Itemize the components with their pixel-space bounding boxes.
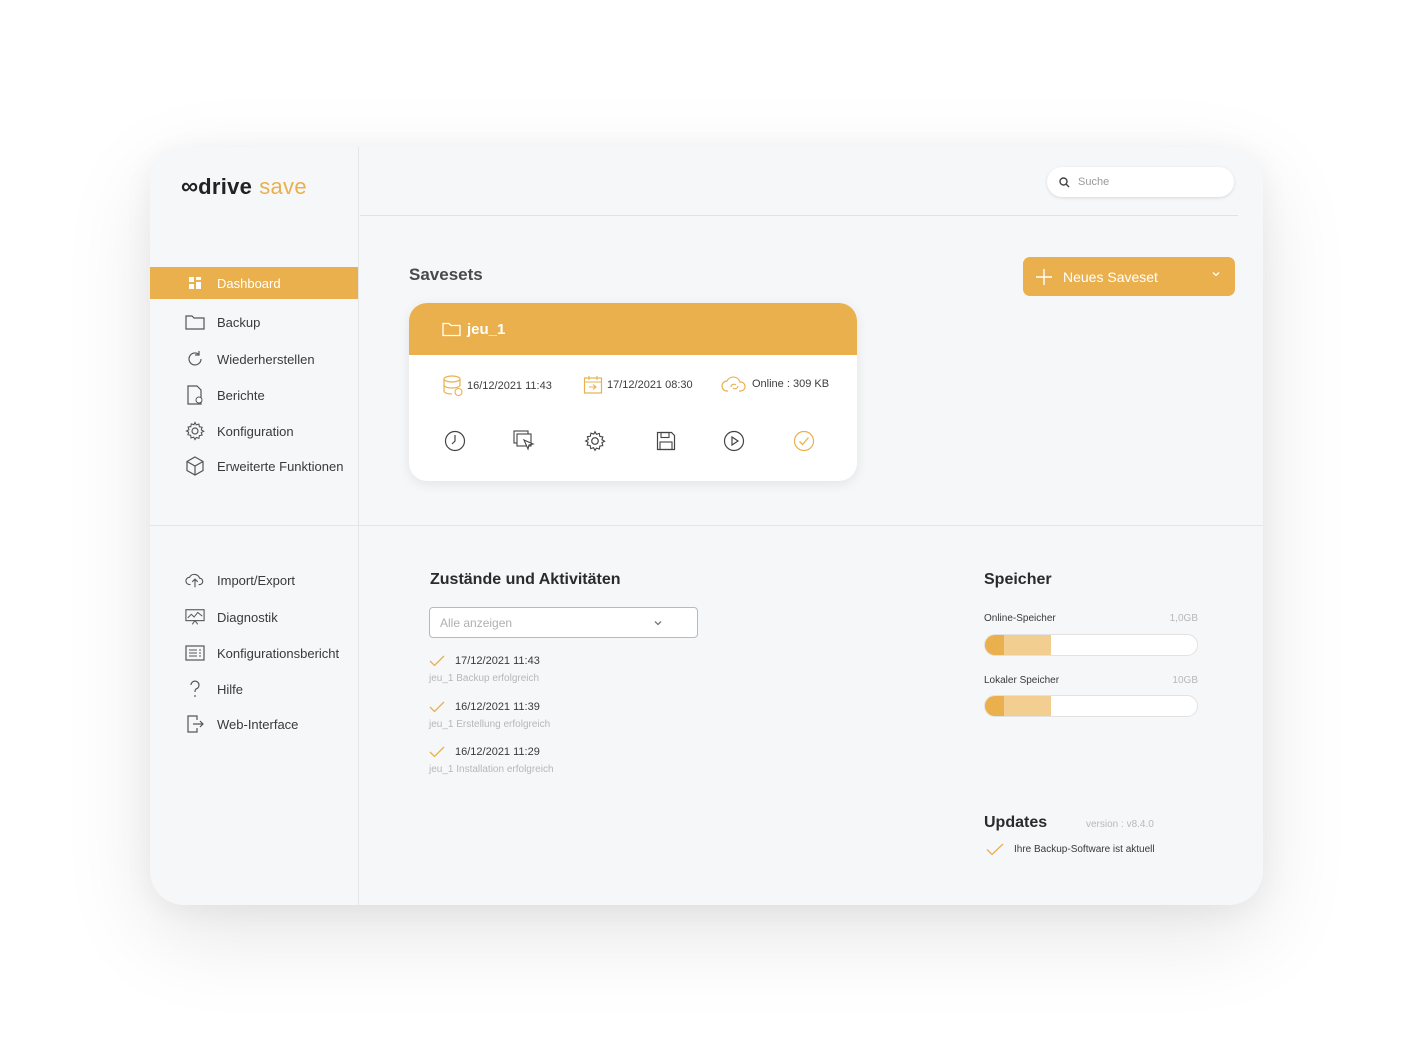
local-storage-label: Lokaler Speicher xyxy=(984,675,1060,686)
check-icon xyxy=(429,655,445,667)
save-icon[interactable] xyxy=(654,429,678,453)
check-icon xyxy=(429,701,445,713)
cloud-sync-icon xyxy=(721,376,746,392)
activities-filter-select[interactable]: Alle anzeigen xyxy=(429,607,698,638)
check-circle-icon[interactable] xyxy=(792,429,816,453)
activity-time: 16/12/2021 11:39 xyxy=(455,701,540,713)
sidebar-item-label: Dashboard xyxy=(217,275,281,291)
sidebar-item-web-interface[interactable]: Web-Interface xyxy=(150,708,358,740)
new-saveset-label: Neues Saveset xyxy=(1063,268,1158,285)
question-icon xyxy=(185,679,205,699)
sidebar-item-diagnostik[interactable]: Diagnostik xyxy=(150,601,358,633)
activity-desc: jeu_1 Installation erfolgreich xyxy=(429,764,554,775)
last-backup-stat: 16/12/2021 11:43 xyxy=(443,375,552,397)
savesets-title: Savesets xyxy=(409,265,483,284)
new-saveset-button[interactable]: Neues Saveset xyxy=(1023,257,1235,296)
activity-item: 17/12/2021 11:43 jeu_1 Backup erfolgreic… xyxy=(429,655,540,684)
check-icon xyxy=(429,746,445,758)
sidebar-item-label: Diagnostik xyxy=(217,609,278,625)
online-storage-max: 1,0GB xyxy=(1169,613,1198,624)
sidebar-item-label: Backup xyxy=(217,314,261,330)
logo: ∞ drive save xyxy=(181,173,307,200)
app-window: ∞ drive save Dashboard Backup Wiederherste… xyxy=(150,147,1263,905)
sidebar-item-berichte[interactable]: Berichte xyxy=(150,379,358,411)
calendar-icon xyxy=(583,376,603,394)
local-storage-bar xyxy=(984,695,1198,717)
folder-icon xyxy=(185,312,205,332)
sidebar-item-label: Erweiterte Funktionen xyxy=(217,458,344,474)
activities-title: Zustände und Aktivitäten xyxy=(430,571,621,588)
saveset-name: jeu_1 xyxy=(467,320,506,338)
clock-icon[interactable] xyxy=(443,429,467,453)
search-icon xyxy=(1059,176,1070,188)
monitor-chart-icon xyxy=(185,607,205,627)
sidebar-item-konfigurationsbericht[interactable]: Konfigurationsbericht xyxy=(150,637,358,669)
restore-icon xyxy=(185,349,205,369)
folder-icon xyxy=(442,322,461,337)
search-input[interactable]: Suche xyxy=(1047,167,1234,197)
exit-icon xyxy=(185,714,205,734)
dashboard-icon xyxy=(185,273,205,293)
sidebar-item-label: Web-Interface xyxy=(217,716,299,732)
list-document-icon xyxy=(185,643,205,663)
sidebar-item-import-export[interactable]: Import/Export xyxy=(150,564,358,596)
online-storage-used xyxy=(985,635,1005,655)
activity-desc: jeu_1 Erstellung erfolgreich xyxy=(429,719,551,730)
sidebar-item-wiederherstellen[interactable]: Wiederherstellen xyxy=(150,343,358,375)
gear-icon xyxy=(185,421,205,441)
next-backup-stat: 17/12/2021 08:30 xyxy=(583,375,693,395)
update-status: Ihre Backup-Software ist aktuell xyxy=(986,843,1155,856)
play-icon[interactable] xyxy=(722,429,746,453)
gear-icon[interactable] xyxy=(583,429,607,453)
local-storage-max: 10GB xyxy=(1172,675,1198,686)
activity-time: 16/12/2021 11:29 xyxy=(455,746,540,758)
sidebar-item-label: Konfigurationsbericht xyxy=(217,645,340,661)
storage-title: Speicher xyxy=(984,571,1052,588)
cloud-upload-icon xyxy=(185,570,205,590)
chevron-down-icon xyxy=(653,618,663,628)
section-divider xyxy=(150,525,1263,526)
activity-desc: jeu_1 Backup erfolgreich xyxy=(429,673,540,684)
select-files-icon[interactable] xyxy=(512,429,536,453)
chevron-down-icon[interactable] xyxy=(1211,269,1221,279)
filter-value: Alle anzeigen xyxy=(440,615,513,630)
sidebar-item-hilfe[interactable]: Hilfe xyxy=(150,673,358,705)
plus-icon xyxy=(1035,268,1053,286)
updates-title: Updates xyxy=(984,814,1048,831)
sidebar-item-konfiguration[interactable]: Konfiguration xyxy=(150,415,358,447)
online-size-stat: Online : 309 KB xyxy=(721,375,829,393)
header-divider xyxy=(360,215,1238,216)
check-icon xyxy=(986,843,1004,856)
online-storage-label: Online-Speicher xyxy=(984,613,1056,624)
activity-item: 16/12/2021 11:39 jeu_1 Erstellung erfolg… xyxy=(429,701,550,730)
sidebar-item-label: Import/Export xyxy=(217,572,296,588)
activity-item: 16/12/2021 11:29 jeu_1 Installation erfo… xyxy=(429,746,554,775)
cube-icon xyxy=(185,456,205,476)
sidebar-item-backup[interactable]: Backup xyxy=(150,306,358,338)
sidebar-item-label: Hilfe xyxy=(217,681,244,697)
saveset-card-header[interactable]: jeu_1 xyxy=(409,303,857,355)
database-icon xyxy=(443,375,463,397)
sidebar: ∞ drive save Dashboard Backup Wiederherste… xyxy=(150,147,359,905)
sidebar-item-label: Wiederherstellen xyxy=(217,351,315,367)
local-storage-used xyxy=(985,696,1005,716)
online-storage-bar xyxy=(984,634,1198,656)
saveset-card[interactable]: jeu_1 16/12/2021 11:43 17/12/2021 08:30 … xyxy=(409,303,857,481)
version-label: version : v8.4.0 xyxy=(1086,819,1154,830)
sidebar-item-label: Konfiguration xyxy=(217,423,294,439)
sidebar-item-label: Berichte xyxy=(217,387,265,403)
sidebar-item-dashboard[interactable]: Dashboard xyxy=(150,267,358,299)
report-icon xyxy=(185,385,205,405)
sidebar-item-erweiterte-funktionen[interactable]: Erweiterte Funktionen xyxy=(150,450,358,482)
search-placeholder: Suche xyxy=(1078,176,1110,188)
activity-time: 17/12/2021 11:43 xyxy=(455,655,540,667)
